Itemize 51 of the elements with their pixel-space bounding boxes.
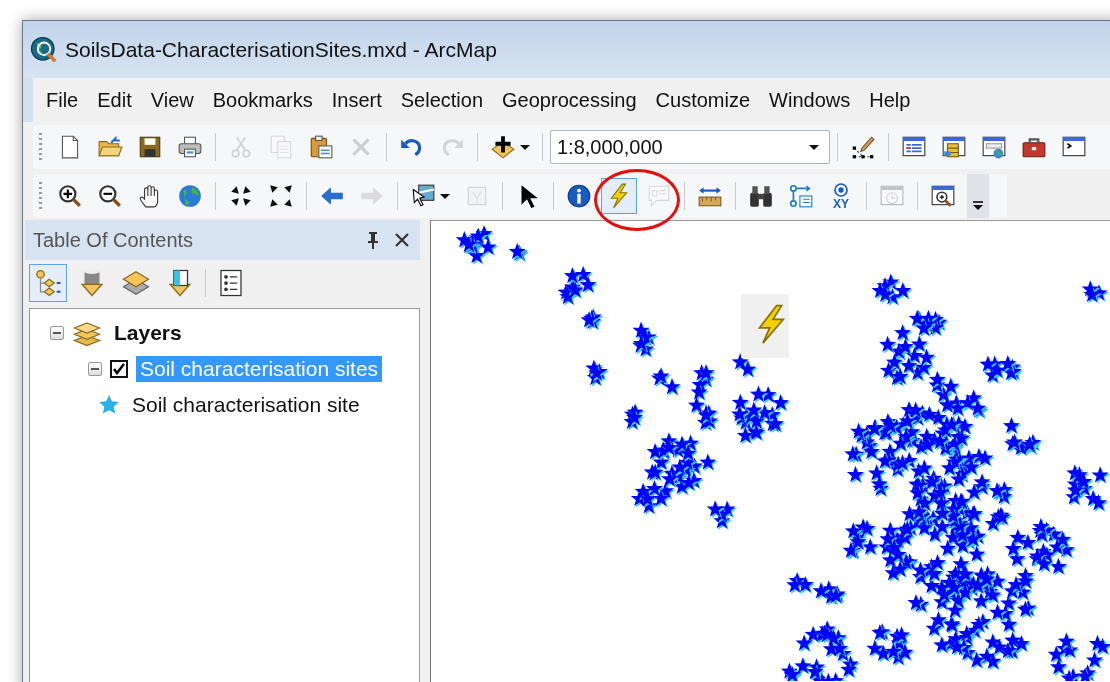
printer-icon — [177, 134, 203, 160]
menu-item[interactable]: View — [143, 84, 204, 116]
menu-item[interactable]: Bookmarks — [205, 84, 323, 116]
layer-name[interactable]: Layers — [110, 320, 186, 346]
clipboard-icon — [308, 134, 334, 160]
menu-item[interactable]: Insert — [324, 84, 392, 116]
menu-item[interactable]: Edit — [90, 84, 142, 116]
app-icon — [29, 34, 59, 65]
pencil-vertices-icon — [850, 134, 876, 160]
layer-tree-icon — [33, 268, 63, 298]
window-title: SoilsData-CharacterisationSites.mxd - ArcMap — [65, 37, 497, 62]
cabinet-window-icon — [941, 134, 967, 160]
magnifier-window-icon — [930, 183, 956, 209]
outward-arrows-icon — [268, 183, 294, 209]
stacked-layers-icon — [121, 268, 151, 298]
plus-diamond-icon — [490, 134, 516, 160]
menu-item[interactable]: Help — [862, 84, 921, 116]
menu-item[interactable]: File — [39, 84, 89, 116]
scale-dropdown[interactable]: 1:8,000,000 — [550, 130, 830, 164]
cursor-map-icon — [410, 183, 436, 209]
pin-icon — [366, 231, 380, 249]
zoom-out-icon — [97, 183, 123, 209]
list-by-drawing-order-tab[interactable] — [29, 264, 67, 302]
route-icon — [788, 183, 814, 209]
target-icon — [833, 182, 849, 198]
menu-item[interactable]: Selection — [393, 84, 494, 116]
caret-icon — [809, 144, 819, 150]
zoom-in-icon — [57, 183, 83, 209]
info-icon — [566, 183, 592, 209]
speech-bubble-icon — [646, 183, 672, 209]
star-symbol-icon — [98, 394, 120, 416]
menu-item[interactable]: Windows — [762, 84, 861, 116]
collapse-button[interactable] — [50, 326, 64, 340]
menu-item[interactable]: Geoprocessing — [495, 84, 647, 116]
caret-icon — [440, 193, 450, 199]
inward-arrows-icon — [228, 183, 254, 209]
legend-label: Soil characterisation site — [131, 392, 361, 418]
pages-icon — [268, 134, 294, 160]
menu-item[interactable]: Customize — [648, 84, 761, 116]
globe-window-icon — [981, 134, 1007, 160]
globe-icon — [177, 183, 203, 209]
layer-checkbox[interactable] — [110, 360, 128, 378]
collapse-button[interactable] — [88, 362, 102, 376]
flash-button[interactable] — [601, 178, 637, 214]
close-icon — [394, 232, 410, 248]
flash-cursor-icon — [741, 294, 789, 358]
toolbar-options-button[interactable] — [967, 174, 989, 218]
caret-icon — [520, 144, 530, 150]
binoculars-icon — [748, 183, 774, 209]
panel-title: Table Of Contents — [33, 228, 195, 252]
go-to-xy-button[interactable]: XY — [823, 178, 859, 214]
